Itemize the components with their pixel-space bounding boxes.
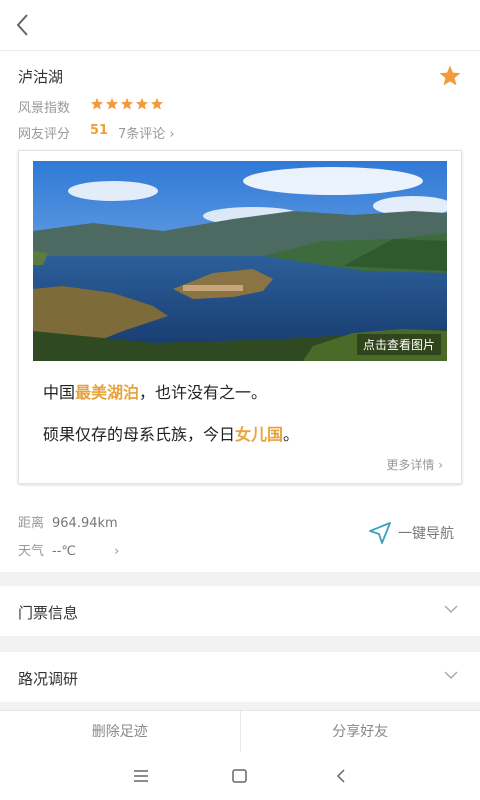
road-survey-section[interactable]: 路况调研 — [0, 652, 480, 702]
description-line-2: 硕果仅存的母系氏族，今日女儿国。 — [43, 425, 300, 444]
star-icon — [135, 97, 149, 110]
chevron-down-icon — [444, 671, 458, 680]
star-icon — [105, 97, 119, 110]
top-bar — [0, 0, 480, 51]
back-icon[interactable] — [10, 12, 36, 38]
section-divider — [0, 572, 480, 586]
star-icon — [90, 97, 104, 110]
rating-score: 51 — [90, 123, 109, 138]
reviews-count: 7条评论 — [118, 127, 166, 142]
distance-label: 距离 — [18, 516, 45, 531]
scenery-photo[interactable]: 点击查看图片 — [33, 161, 447, 361]
navigation-button[interactable]: 一键导航 — [368, 521, 454, 545]
bottom-actions: 删除足迹 分享好友 — [0, 710, 480, 754]
distance-value: 964.94km — [52, 516, 118, 531]
intro-card: 点击查看图片 中国最美湖泊，也许没有之一。 硕果仅存的母系氏族，今日女儿国。 更… — [18, 150, 462, 484]
section-divider — [0, 702, 480, 710]
weather-row[interactable]: 天气 --℃ › — [18, 540, 119, 559]
section-divider — [0, 636, 480, 652]
chevron-right-icon: › — [438, 458, 443, 472]
lake-image — [33, 161, 447, 361]
system-nav-bar — [0, 752, 480, 800]
navigation-arrow-icon — [369, 522, 391, 544]
weather-value: --℃ — [52, 544, 76, 559]
distance-row: 距离 964.94km — [18, 512, 118, 531]
more-details-link[interactable]: 更多详情 › — [386, 456, 443, 473]
rating-label: 网友评分 — [18, 127, 71, 142]
chevron-right-icon: › — [169, 127, 175, 142]
delete-footprint-button[interactable]: 删除足迹 — [0, 711, 240, 753]
reviews-link[interactable]: 7条评论 › — [118, 123, 175, 142]
scenery-stars — [90, 97, 164, 111]
weather-label: 天气 — [18, 544, 45, 559]
star-icon — [150, 97, 164, 110]
home-icon[interactable] — [231, 766, 249, 786]
description-line-1: 中国最美湖泊，也许没有之一。 — [43, 383, 268, 402]
back-icon[interactable] — [334, 766, 348, 786]
place-title: 泸沽湖 — [18, 68, 64, 86]
star-icon — [120, 97, 134, 110]
star-icon[interactable] — [438, 64, 462, 88]
ticket-info-section[interactable]: 门票信息 — [0, 586, 480, 636]
road-survey-label: 路况调研 — [18, 670, 79, 688]
chevron-down-icon — [444, 605, 458, 614]
menu-icon[interactable] — [133, 766, 149, 786]
ticket-info-label: 门票信息 — [18, 604, 79, 622]
chevron-right-icon: › — [114, 544, 120, 559]
view-photo-caption: 点击查看图片 — [356, 334, 441, 355]
scenery-label: 风景指数 — [18, 101, 71, 116]
share-friends-button[interactable]: 分享好友 — [239, 711, 480, 753]
